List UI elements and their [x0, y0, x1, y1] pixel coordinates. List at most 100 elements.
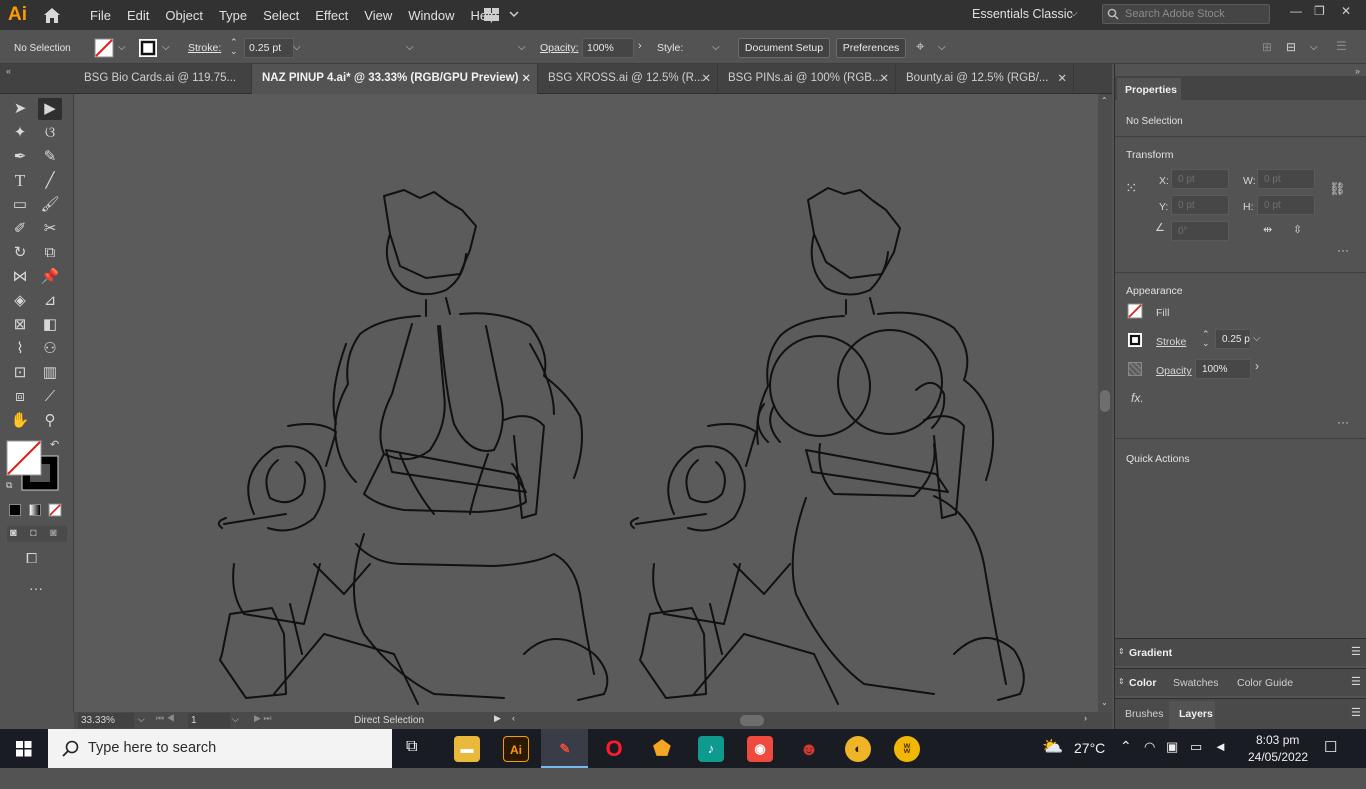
distribute-icon[interactable]: ⊟	[1286, 40, 1296, 54]
last-artboard-icon[interactable]: ▶ ⏭	[254, 713, 272, 724]
tab-bounty[interactable]: Bounty.ai @ 12.5% (RGB/... ✕	[896, 64, 1074, 94]
direct-selection-tool-icon[interactable]: ▶	[38, 98, 62, 120]
opacity-label[interactable]: Opacity	[1156, 365, 1192, 377]
blend-tool-icon[interactable]: ⚇	[38, 338, 62, 360]
battery-icon[interactable]: ▭	[1190, 739, 1202, 778]
lasso-tool-icon[interactable]: ଓ	[38, 122, 62, 144]
opacity-input[interactable]: 100%	[582, 38, 634, 58]
artboard-canvas[interactable]	[74, 94, 1098, 712]
panel-menu-icon[interactable]: ☰	[1351, 645, 1361, 658]
network-icon[interactable]: ◠	[1144, 739, 1155, 778]
stepper-icon[interactable]: ⌃ ⌄	[1202, 330, 1210, 348]
collapse-icon[interactable]: ⇕	[1118, 647, 1125, 656]
tab-layers[interactable]: Layers	[1169, 701, 1215, 729]
chevron-right-icon[interactable]: ›	[1255, 359, 1259, 373]
panel-menu-icon[interactable]: ☰	[1336, 39, 1347, 53]
tab-color[interactable]: Color	[1129, 677, 1156, 689]
document-setup-button[interactable]: Document Setup	[738, 38, 830, 58]
weather-icon[interactable]: ⛅	[1042, 737, 1063, 776]
rotate-tool-icon[interactable]: ↻	[8, 242, 32, 264]
gradient-tool-icon[interactable]: ◧	[38, 314, 62, 336]
menu-select[interactable]: Select	[255, 8, 307, 23]
chevron-down-icon[interactable]: ⌵	[1253, 333, 1261, 344]
status-menu-icon[interactable]: ▶	[494, 713, 501, 724]
screen-mode-icon[interactable]: ⧠	[26, 550, 37, 567]
transform-options-icon[interactable]: ⌖	[916, 38, 924, 55]
workspace-switcher[interactable]: Essentials Classic	[972, 7, 1073, 21]
artboard-number-input[interactable]: 1	[188, 713, 230, 728]
gradient-panel-header[interactable]: ⇕ Gradient ☰	[1115, 638, 1366, 666]
flip-vertical-icon[interactable]: ⇳	[1293, 223, 1302, 236]
menu-file[interactable]: File	[82, 8, 119, 23]
tab-brushes[interactable]: Brushes	[1125, 708, 1164, 720]
artboard-tool-icon[interactable]: ⧈	[8, 386, 32, 408]
default-colors-icon[interactable]: ⧉	[6, 480, 12, 491]
tab-bsg-pins[interactable]: BSG PINs.ai @ 100% (RGB... ✕	[718, 64, 896, 94]
chevron-down-icon[interactable]: ⌵	[1070, 8, 1078, 19]
swap-fill-stroke-icon[interactable]: ↶	[50, 438, 59, 451]
width-tool-icon[interactable]: ⋈	[8, 266, 32, 288]
draw-normal-icon[interactable]: ◙	[10, 527, 17, 539]
fx-icon[interactable]: fx.	[1131, 391, 1144, 405]
shape-builder-tool-icon[interactable]: ◈	[8, 290, 32, 312]
menu-object[interactable]: Object	[157, 8, 211, 23]
volume-icon[interactable]: ◄	[1214, 739, 1227, 778]
menu-window[interactable]: Window	[400, 8, 462, 23]
restore-icon[interactable]: ❐	[1314, 4, 1325, 18]
line-segment-tool-icon[interactable]: ╱	[38, 170, 62, 192]
pinned-app-icon[interactable]: ʬ	[894, 736, 920, 762]
none-mode-icon[interactable]	[48, 503, 62, 517]
clock-date[interactable]: 24/05/2022	[1248, 750, 1308, 789]
pinned-app-icon[interactable]: ◉	[747, 736, 773, 762]
chevron-down-icon[interactable]: ⌵	[293, 42, 301, 53]
tab-gradient[interactable]: Gradient	[1129, 647, 1172, 659]
tab-bsg-xross[interactable]: BSG XROSS.ai @ 12.5% (R... ✕	[538, 64, 718, 94]
stock-search-input[interactable]: Search Adobe Stock	[1102, 4, 1270, 24]
close-tab-icon[interactable]: ✕	[1057, 71, 1067, 85]
tab-swatches[interactable]: Swatches	[1173, 677, 1219, 689]
reference-point-icon[interactable]: ⁙	[1125, 179, 1138, 197]
opacity-field[interactable]: 100%	[1195, 359, 1251, 379]
chevron-down-icon[interactable]: ⌵	[118, 42, 126, 53]
w-input[interactable]: 0 pt	[1257, 169, 1315, 189]
chevron-down-icon[interactable]: ⌵	[232, 714, 239, 725]
close-tab-icon[interactable]: ✕	[701, 71, 711, 85]
meet-now-icon[interactable]: ▣	[1166, 739, 1178, 778]
zoom-tool-icon[interactable]: ⚲	[38, 410, 62, 432]
rectangle-tool-icon[interactable]: ▭	[8, 194, 32, 216]
close-icon[interactable]: ✕	[1341, 4, 1351, 18]
perspective-grid-tool-icon[interactable]: ⊿	[38, 290, 62, 312]
selection-tool-icon[interactable]: ➤	[8, 98, 32, 120]
pinned-app-icon[interactable]: ⬟	[649, 736, 675, 762]
flip-horizontal-icon[interactable]: ⇹	[1263, 223, 1272, 236]
curvature-tool-icon[interactable]: ✎	[38, 146, 62, 168]
taskbar-search-input[interactable]: Type here to search	[48, 729, 392, 768]
menu-effect[interactable]: Effect	[307, 8, 356, 23]
more-options-icon[interactable]: ···	[1337, 415, 1349, 429]
vertical-scrollbar[interactable]: ⌃ ⌄	[1098, 94, 1112, 712]
task-view-icon[interactable]: ⧉	[406, 738, 417, 756]
arrange-documents-icon[interactable]	[484, 8, 520, 22]
menu-view[interactable]: View	[356, 8, 400, 23]
first-artboard-icon[interactable]: ⏮ ◀	[156, 713, 175, 724]
close-tab-icon[interactable]: ✕	[521, 71, 531, 85]
notifications-icon[interactable]: ☐	[1324, 738, 1337, 777]
y-input[interactable]: 0 pt	[1171, 195, 1229, 215]
fill-swatch-icon[interactable]	[94, 38, 114, 58]
pen-tool-icon[interactable]: ✒	[8, 146, 32, 168]
scroll-down-icon[interactable]: ⌄	[1101, 698, 1108, 707]
chevron-down-icon[interactable]: ⌵	[938, 42, 946, 53]
type-tool-icon[interactable]: T	[8, 170, 32, 192]
tab-color-guide[interactable]: Color Guide	[1237, 677, 1293, 689]
slice-tool-icon[interactable]: ⟋	[38, 386, 62, 408]
puppet-warp-tool-icon[interactable]: 📌	[38, 266, 62, 288]
pinned-app-icon[interactable]: ♪	[698, 736, 724, 762]
preferences-button[interactable]: Preferences	[836, 38, 906, 58]
more-options-icon[interactable]: ···	[1337, 243, 1349, 257]
collapse-panel-icon[interactable]: »	[1355, 66, 1360, 76]
pinned-app-icon[interactable]: ✎	[552, 736, 578, 762]
tab-properties[interactable]: Properties	[1117, 78, 1181, 102]
chevron-down-icon[interactable]: ⌵	[138, 714, 145, 725]
weather-temperature[interactable]: 27°C	[1074, 740, 1105, 779]
column-graph-tool-icon[interactable]: ▥	[38, 362, 62, 384]
